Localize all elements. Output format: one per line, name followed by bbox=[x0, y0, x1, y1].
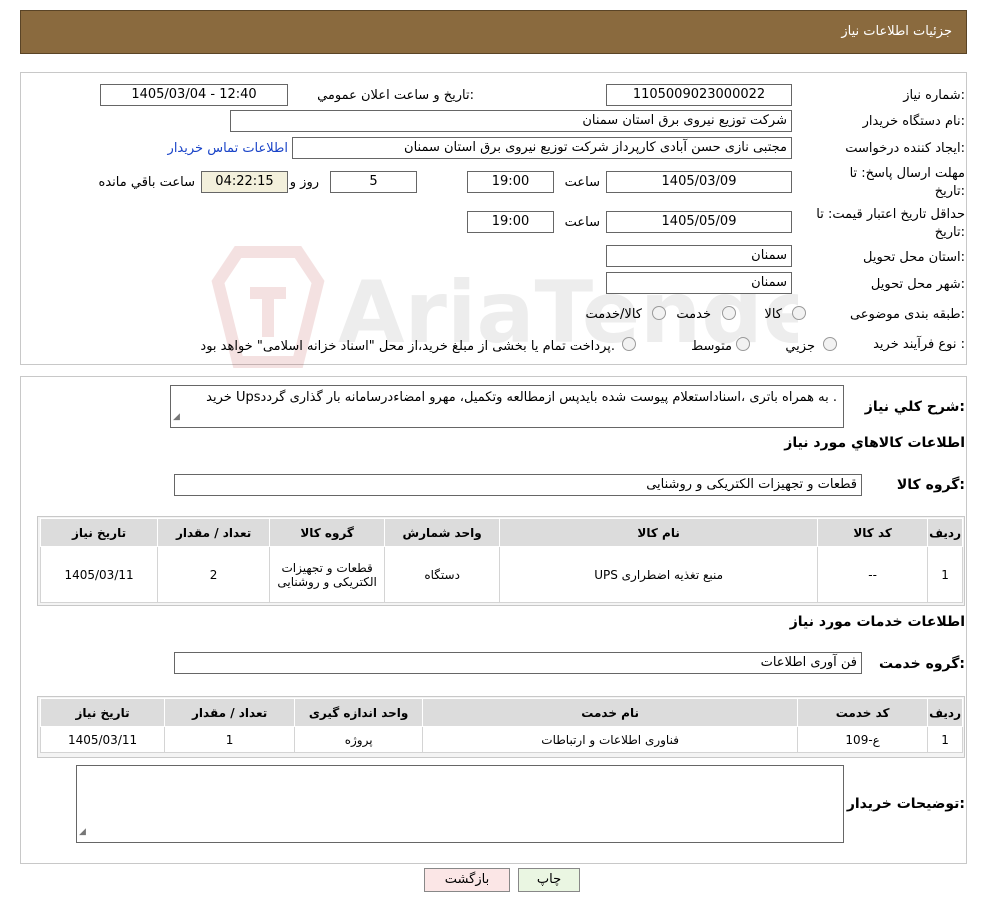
page-title: جزئیات اطلاعات نیاز bbox=[841, 24, 952, 39]
table-row: 1 ع-109 فناوری اطلاعات و ارتباطات پروژه … bbox=[39, 726, 963, 753]
cell-row: 1 bbox=[927, 546, 963, 603]
days-label: روز و bbox=[289, 175, 319, 190]
cell-code: ع-109 bbox=[797, 726, 929, 753]
services-table-header: رديف کد خدمت نام خدمت واحد اندازه گیری ت… bbox=[39, 698, 963, 727]
print-button[interactable]: چاپ bbox=[518, 868, 580, 892]
process-radio-medium[interactable] bbox=[736, 337, 750, 351]
table-row: 1 -- منبع تغذیه اضطراری UPS دستگاه قطعات… bbox=[39, 546, 963, 603]
city-label: شهر محل تحویل: bbox=[870, 277, 965, 292]
goods-table-header: رديف کد کالا نام کالا واحد شمارش گروه کا… bbox=[39, 518, 963, 547]
cell-group: قطعات و تجهیزات الکتریکی و روشنایی bbox=[269, 546, 386, 603]
col-qty: تعداد / مقدار bbox=[164, 698, 296, 727]
cell-qty: 1 bbox=[164, 726, 296, 753]
validity-label: حداقل تاریخ اعتبار قیمت: تا bbox=[816, 207, 965, 222]
deadline-time-label: ساعت bbox=[564, 175, 600, 190]
services-section-title: اطلاعات خدمات مورد نياز bbox=[789, 614, 965, 630]
goods-group-label: گروه کالا: bbox=[896, 477, 965, 493]
category-label: طبقه بندی موضوعی: bbox=[849, 307, 965, 322]
cell-code: -- bbox=[817, 546, 929, 603]
remaining-label: ساعت باقي مانده bbox=[98, 175, 195, 190]
col-row: رديف bbox=[927, 518, 963, 547]
services-table: رديف کد خدمت نام خدمت واحد اندازه گیری ت… bbox=[39, 698, 963, 753]
deadline-label-2: تاریخ: bbox=[934, 184, 965, 199]
goods-table: رديف کد کالا نام کالا واحد شمارش گروه کا… bbox=[39, 518, 963, 603]
announce-field: 1405/03/04 - 12:40 bbox=[100, 84, 288, 106]
category-option-service: خدمت bbox=[676, 307, 711, 322]
col-name: نام خدمت bbox=[422, 698, 799, 727]
cell-name: منبع تغذیه اضطراری UPS bbox=[499, 546, 819, 603]
cell-date: 1405/03/11 bbox=[39, 726, 166, 753]
col-unit: واحد شمارش bbox=[384, 518, 501, 547]
deadline-date-field: 1405/03/09 bbox=[606, 171, 792, 193]
buyer-org-label: نام دستگاه خریدار: bbox=[862, 114, 965, 129]
services-group-field: فن آوری اطلاعات bbox=[174, 652, 862, 674]
category-radio-goods[interactable] bbox=[792, 306, 806, 320]
buyer-contact-link[interactable]: اطلاعات تماس خریدار bbox=[168, 141, 288, 156]
province-field: سمنان bbox=[606, 245, 792, 267]
deadline-time-field: 19:00 bbox=[467, 171, 554, 193]
creator-label: ایجاد کننده درخواست: bbox=[845, 141, 965, 156]
cell-qty: 2 bbox=[157, 546, 271, 603]
validity-time-field: 19:00 bbox=[467, 211, 554, 233]
cell-unit: پروژه bbox=[294, 726, 424, 753]
col-unit: واحد اندازه گیری bbox=[294, 698, 424, 727]
province-label: استان محل تحویل: bbox=[863, 250, 965, 265]
buyer-notes-textarea[interactable]: ◢ bbox=[76, 765, 844, 843]
remaining-time-field: 04:22:15 bbox=[201, 171, 288, 193]
summary-textarea[interactable]: خرید Upsبه همراه باتری ،اسناداستعلام پیو… bbox=[170, 385, 844, 428]
announce-label: تاریخ و ساعت اعلان عمومي: bbox=[317, 88, 474, 103]
process-note: پرداخت تمام یا بخشی از مبلغ خرید،از محل … bbox=[200, 339, 615, 354]
col-code: کد خدمت bbox=[797, 698, 929, 727]
category-radio-service[interactable] bbox=[722, 306, 736, 320]
resize-handle-icon[interactable]: ◢ bbox=[79, 824, 86, 841]
back-button[interactable]: بازگشت bbox=[424, 868, 510, 892]
deadline-label: مهلت ارسال پاسخ: تا bbox=[849, 166, 965, 181]
page-header: جزئیات اطلاعات نیاز bbox=[20, 10, 967, 54]
city-field: سمنان bbox=[606, 272, 792, 294]
goods-section-title: اطلاعات کالاهاي مورد نياز bbox=[784, 435, 965, 451]
col-date: تاریخ نیاز bbox=[39, 698, 166, 727]
summary-label: شرح کلي نياز: bbox=[864, 399, 965, 415]
process-option-minor: جزیي bbox=[785, 339, 815, 354]
col-row: رديف bbox=[927, 698, 963, 727]
need-no-field: 1105009023000022 bbox=[606, 84, 792, 106]
col-name: نام کالا bbox=[499, 518, 819, 547]
goods-group-field: قطعات و تجهیزات الکتریکی و روشنایی bbox=[174, 474, 862, 496]
resize-handle-icon[interactable]: ◢ bbox=[173, 409, 180, 426]
need-no-label: شماره نیاز: bbox=[903, 88, 965, 103]
services-group-label: گروه خدمت: bbox=[879, 656, 965, 672]
buyer-org-field: شرکت توزیع نیروی برق استان سمنان bbox=[230, 110, 792, 132]
col-date: تاریخ نیاز bbox=[39, 518, 159, 547]
col-code: کد کالا bbox=[817, 518, 929, 547]
process-option-medium: متوسط bbox=[691, 339, 732, 354]
category-option-goods: کالا bbox=[764, 307, 782, 322]
process-radio-minor[interactable] bbox=[823, 337, 837, 351]
days-field: 5 bbox=[330, 171, 417, 193]
col-group: گروه کالا bbox=[269, 518, 386, 547]
cell-row: 1 bbox=[927, 726, 963, 753]
validity-time-label: ساعت bbox=[564, 215, 600, 230]
cell-name: فناوری اطلاعات و ارتباطات bbox=[422, 726, 799, 753]
process-radio-treasury[interactable] bbox=[622, 337, 636, 351]
buyer-notes-label: توضیحات خریدار: bbox=[846, 796, 965, 812]
category-option-goods-service: کالا/خدمت bbox=[585, 307, 642, 322]
cell-unit: دستگاه bbox=[384, 546, 501, 603]
validity-date-field: 1405/05/09 bbox=[606, 211, 792, 233]
process-label: نوع فرآیند خرید : bbox=[873, 337, 965, 352]
creator-field: مجتبی نازی حسن آبادی کارپرداز شرکت توزیع… bbox=[292, 137, 792, 159]
cell-date: 1405/03/11 bbox=[39, 546, 159, 603]
summary-text: خرید Upsبه همراه باتری ،اسناداستعلام پیو… bbox=[206, 390, 837, 405]
col-qty: تعداد / مقدار bbox=[157, 518, 271, 547]
validity-label-2: تاریخ: bbox=[934, 225, 965, 240]
category-radio-goods-service[interactable] bbox=[652, 306, 666, 320]
